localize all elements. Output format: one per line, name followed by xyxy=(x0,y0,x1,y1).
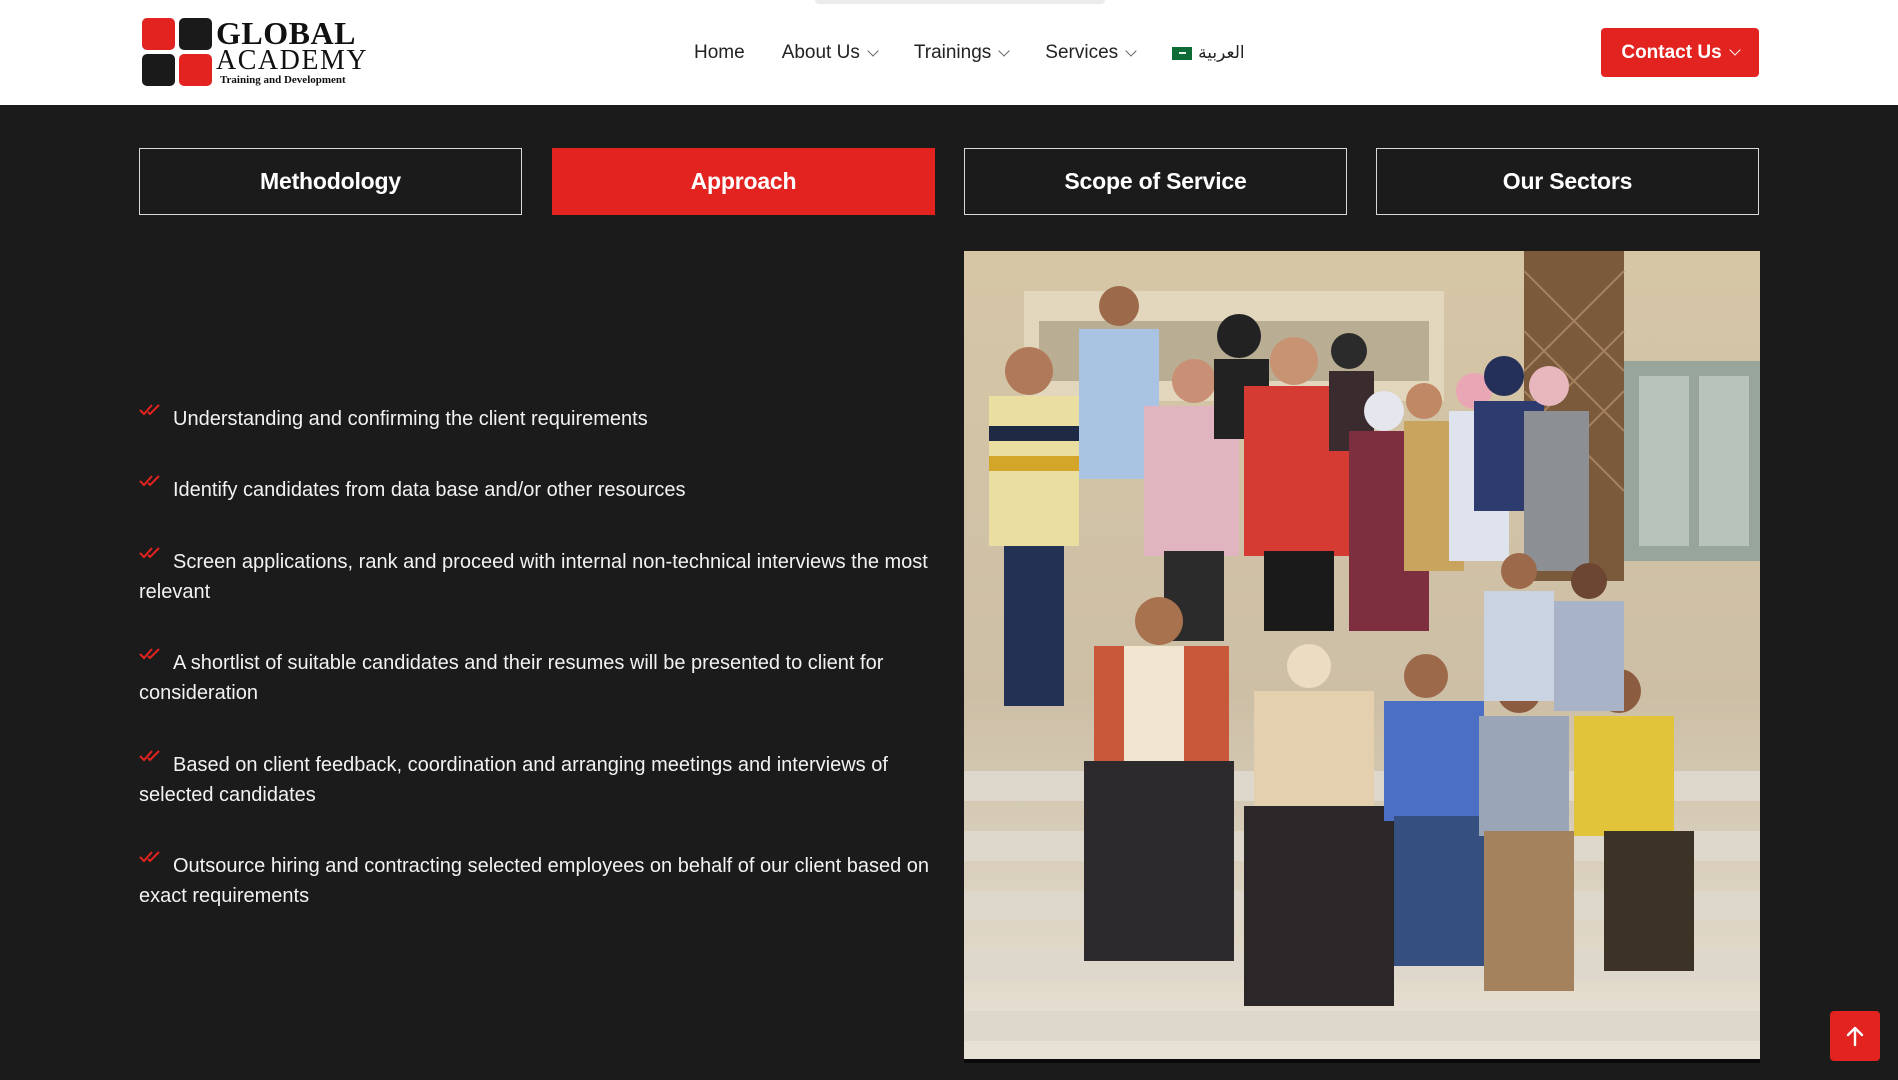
double-check-icon xyxy=(139,546,163,560)
nav-about-label: About Us xyxy=(781,42,860,63)
logo-mark-icon xyxy=(142,18,212,86)
double-check-icon xyxy=(139,474,163,488)
list-item: Based on client feedback, coordination a… xyxy=(139,750,939,810)
double-check-icon xyxy=(139,850,163,864)
list-item-text: Outsource hiring and contracting selecte… xyxy=(139,855,930,907)
list-item-text: Understanding and confirming the client … xyxy=(173,408,648,430)
arrow-up-icon xyxy=(1846,1026,1864,1047)
photo-bottom-edge xyxy=(964,1059,1760,1063)
list-item: Outsource hiring and contracting selecte… xyxy=(139,851,939,911)
chevron-down-icon xyxy=(998,44,1010,57)
tab-our-sectors[interactable]: Our Sectors xyxy=(1376,148,1759,215)
chevron-down-icon xyxy=(867,44,879,57)
logo-text: GLOBAL ACADEMY Training and Development xyxy=(216,15,369,86)
language-label: العربية xyxy=(1198,43,1245,63)
logo-title: GLOBAL xyxy=(216,15,356,51)
list-item-text: Screen applications, rank and proceed wi… xyxy=(139,551,928,603)
site-header: GLOBAL ACADEMY Training and Development … xyxy=(0,0,1898,105)
nav-services-label: Services xyxy=(1045,42,1119,63)
tab-approach[interactable]: Approach xyxy=(552,148,935,215)
double-check-icon xyxy=(139,647,163,661)
tab-scope-label: Scope of Service xyxy=(1064,168,1247,194)
nav-home[interactable]: Home xyxy=(694,42,745,64)
tab-approach-label: Approach xyxy=(690,168,797,194)
nav-services[interactable]: Services xyxy=(1045,42,1137,64)
list-item: Screen applications, rank and proceed wi… xyxy=(139,547,939,607)
double-check-icon xyxy=(139,403,163,417)
list-item: Understanding and confirming the client … xyxy=(139,404,648,434)
nav-trainings-label: Trainings xyxy=(913,42,992,63)
chevron-down-icon xyxy=(1728,44,1741,56)
chevron-down-icon xyxy=(1125,44,1137,57)
list-item: Identify candidates from data base and/o… xyxy=(139,475,686,505)
tab-methodology-label: Methodology xyxy=(260,168,401,194)
list-item-text: A shortlist of suitable candidates and t… xyxy=(139,652,884,704)
nav-trainings[interactable]: Trainings xyxy=(913,42,1010,64)
contact-us-label: Contact Us xyxy=(1621,41,1722,63)
tab-sectors-label: Our Sectors xyxy=(1502,168,1633,194)
list-item-text: Identify candidates from data base and/o… xyxy=(173,479,686,501)
back-to-top-button[interactable] xyxy=(1830,1011,1880,1061)
team-group-photo xyxy=(964,251,1760,1059)
main-nav: Home About Us Trainings Services العربية xyxy=(694,40,1282,66)
logo[interactable]: GLOBAL ACADEMY Training and Development xyxy=(142,17,367,88)
nav-about-us[interactable]: About Us xyxy=(781,42,879,64)
list-item: A shortlist of suitable candidates and t… xyxy=(139,648,939,708)
logo-subtitle: ACADEMY xyxy=(216,45,369,76)
list-item-text: Based on client feedback, coordination a… xyxy=(139,754,888,806)
nav-home-label: Home xyxy=(694,42,745,63)
saudi-flag-icon xyxy=(1172,46,1193,60)
header-notch xyxy=(815,0,1105,4)
tab-methodology[interactable]: Methodology xyxy=(139,148,522,215)
tab-scope-of-service[interactable]: Scope of Service xyxy=(964,148,1347,215)
logo-tagline: Training and Development xyxy=(220,74,346,86)
language-switch[interactable]: العربية xyxy=(1172,43,1245,63)
double-check-icon xyxy=(139,749,163,763)
contact-us-button[interactable]: Contact Us xyxy=(1601,28,1759,77)
